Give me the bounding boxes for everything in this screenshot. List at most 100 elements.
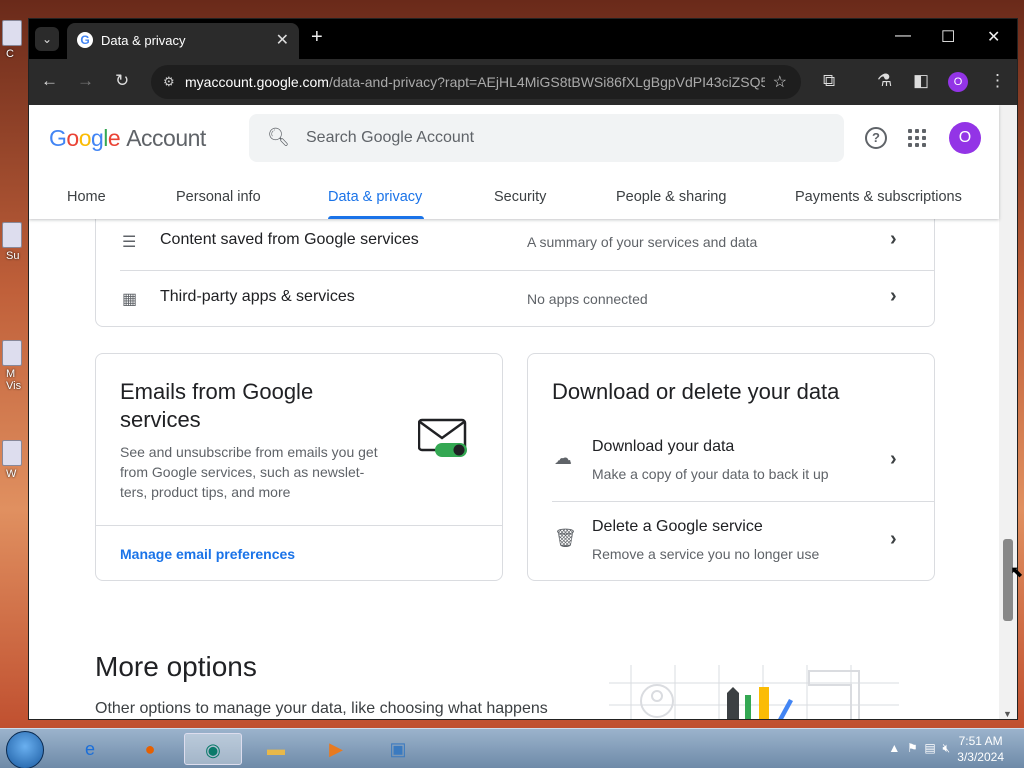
list-item-desc: A summary of your services and data (527, 234, 758, 250)
desktop-icon[interactable]: M Vis (0, 340, 24, 410)
extensions-icon[interactable]: ⧉ (823, 71, 835, 91)
account-wordmark: Account (126, 125, 206, 151)
download-data-row[interactable]: ☁ Download your data Make a copy of your… (528, 424, 934, 500)
list-item-third-party[interactable]: ▦ Third-party apps & services No apps co… (96, 271, 934, 327)
envelope-toggle-icon (418, 418, 467, 457)
help-icon[interactable]: ? (865, 127, 887, 149)
search-placeholder: Search Google Account (306, 129, 475, 146)
list-item-label: Third-party apps & services (160, 288, 355, 305)
tab-title: Data & privacy (101, 33, 186, 48)
avatar[interactable]: O (949, 122, 981, 154)
maximize-button[interactable]: ☐ (941, 27, 955, 47)
emails-card-body: See and unsubscribe from emails you get … (120, 444, 378, 500)
tab-security[interactable]: Security (494, 189, 546, 205)
menu-kebab-icon[interactable]: ⋮ (989, 71, 1006, 91)
system-tray: ▲ ⚑ ▤ 🔇︎ (888, 741, 950, 756)
desktop-icon-label: W (6, 468, 17, 480)
desktop-icon[interactable]: Su (0, 222, 24, 292)
browser-tab[interactable]: G Data & privacy ✕ (67, 23, 299, 59)
firefox-icon[interactable]: ● (130, 733, 170, 765)
google-wordmark: Google (49, 125, 121, 151)
delete-service-label: Delete a Google service (592, 518, 763, 535)
start-button[interactable] (6, 731, 44, 768)
profile-avatar[interactable]: O (948, 72, 968, 92)
list-item-label: Content saved from Google services (160, 231, 419, 248)
google-account-logo[interactable]: Google Account (49, 125, 206, 152)
cloud-download-icon: ☁ (554, 448, 572, 468)
reload-icon[interactable]: ↻ (115, 71, 129, 91)
media-player-icon[interactable]: ▶ (316, 733, 356, 765)
internet-explorer-icon[interactable]: e (70, 733, 110, 765)
address-bar[interactable]: ⚙ myaccount.google.com/data-and-privacy?… (151, 65, 801, 99)
network-icon[interactable]: ▤ (924, 741, 935, 755)
clock-date: 3/3/2024 (957, 750, 1004, 764)
chevron-right-icon: › (890, 448, 897, 470)
download-data-label: Download your data (592, 438, 735, 455)
list-icon: ☰ (122, 234, 137, 251)
back-icon[interactable]: ← (41, 71, 58, 91)
chevron-right-icon: › (890, 285, 897, 307)
clock[interactable]: 7:51 AM 3/3/2024 (957, 733, 1004, 765)
url-text[interactable]: myaccount.google.com/data-and-privacy?ra… (185, 74, 765, 90)
desktop-icon[interactable]: C (0, 20, 24, 90)
search-input[interactable]: 🔍︎ Search Google Account (249, 114, 844, 162)
close-tab-icon[interactable]: ✕ (276, 30, 289, 50)
control-panel-icon[interactable]: ▣ (378, 733, 418, 765)
file-explorer-icon[interactable]: ▬ (256, 733, 296, 765)
tab-home[interactable]: Home (67, 189, 106, 205)
desktop-icon-label: Su (6, 250, 20, 262)
tab-payments-subscriptions[interactable]: Payments & subscriptions (795, 189, 962, 205)
forward-icon[interactable]: → (77, 71, 94, 91)
browser-toolbar: ← → ↻ ⚙ myaccount.google.com/data-and-pr… (29, 59, 1017, 105)
trash-icon: 🗑︎ (554, 528, 577, 548)
search-icon: 🔍︎ (267, 127, 290, 147)
download-delete-card: Download or delete your data ☁ Download … (527, 353, 935, 581)
download-card-title: Download or delete your data (552, 379, 840, 404)
new-tab-button[interactable]: + (311, 26, 323, 49)
account-nav-tabs: Home Personal info Data & privacy Securi… (29, 175, 999, 219)
tray-expand-icon[interactable]: ▲ (888, 741, 900, 755)
scroll-down-arrow-icon[interactable]: ▼ (1003, 709, 1012, 719)
clock-time: 7:51 AM (958, 734, 1003, 748)
edge-icon[interactable]: ◉ (184, 733, 242, 765)
list-item-content-saved[interactable]: ☰ Content saved from Google services A s… (96, 214, 934, 270)
page-scrollbar[interactable]: ▼ (999, 105, 1017, 719)
chevron-right-icon: › (890, 228, 897, 250)
more-options-body: Other options to manage your data, like … (95, 700, 548, 717)
tab-search-button[interactable]: ⌄ (35, 27, 59, 51)
account-header: Google Account 🔍︎ Search Google Account ?… (29, 105, 999, 219)
site-info-icon[interactable]: ⚙ (163, 74, 175, 90)
apps-grid-icon[interactable] (908, 129, 926, 147)
side-panel-icon[interactable]: ◧ (913, 71, 929, 91)
tab-data-privacy[interactable]: Data & privacy (328, 189, 422, 205)
download-data-desc: Make a copy of your data to back it up (592, 466, 829, 482)
url-path: /data-and-privacy?rapt=AEjHL4MiGS8tBWSi8… (328, 74, 765, 90)
more-options-illustration (609, 665, 899, 719)
page-content: Google Account 🔍︎ Search Google Account ?… (29, 105, 1017, 719)
url-domain: myaccount.google.com (185, 74, 329, 90)
desktop-icon-label: C (6, 48, 14, 60)
tab-strip: ⌄ G Data & privacy ✕ + — ☐ ✕ (29, 19, 1017, 59)
delete-service-row[interactable]: 🗑︎ Delete a Google service Remove a serv… (528, 504, 934, 580)
flag-icon[interactable]: ⚑ (907, 741, 918, 755)
delete-service-desc: Remove a service you no longer use (592, 546, 820, 562)
volume-muted-icon[interactable]: 🔇︎ (942, 741, 950, 755)
mouse-cursor-icon: ⬉ (1010, 564, 1024, 581)
minimize-button[interactable]: — (895, 27, 911, 45)
bookmark-star-icon[interactable]: ☆ (773, 72, 787, 92)
emails-card-title: Emails from Google services (120, 379, 314, 432)
google-favicon-icon: G (77, 32, 93, 48)
list-item-desc: No apps connected (527, 291, 648, 307)
tab-people-sharing[interactable]: People & sharing (616, 189, 726, 205)
close-window-button[interactable]: ✕ (987, 27, 1000, 47)
manage-email-preferences-link[interactable]: Manage email preferences (120, 546, 295, 562)
emails-card: Emails from Google services See and unsu… (95, 353, 503, 581)
more-options-title: More options (95, 651, 257, 682)
divider (96, 525, 502, 526)
tab-personal-info[interactable]: Personal info (176, 189, 261, 205)
browser-window: ⌄ G Data & privacy ✕ + — ☐ ✕ ← → ↻ ⚙ mya… (28, 18, 1018, 720)
labs-flask-icon[interactable]: ⚗ (877, 71, 892, 91)
active-tab-indicator (328, 216, 424, 219)
desktop-icon[interactable]: W (0, 440, 24, 510)
desktop-icon-label: M Vis (6, 368, 22, 392)
